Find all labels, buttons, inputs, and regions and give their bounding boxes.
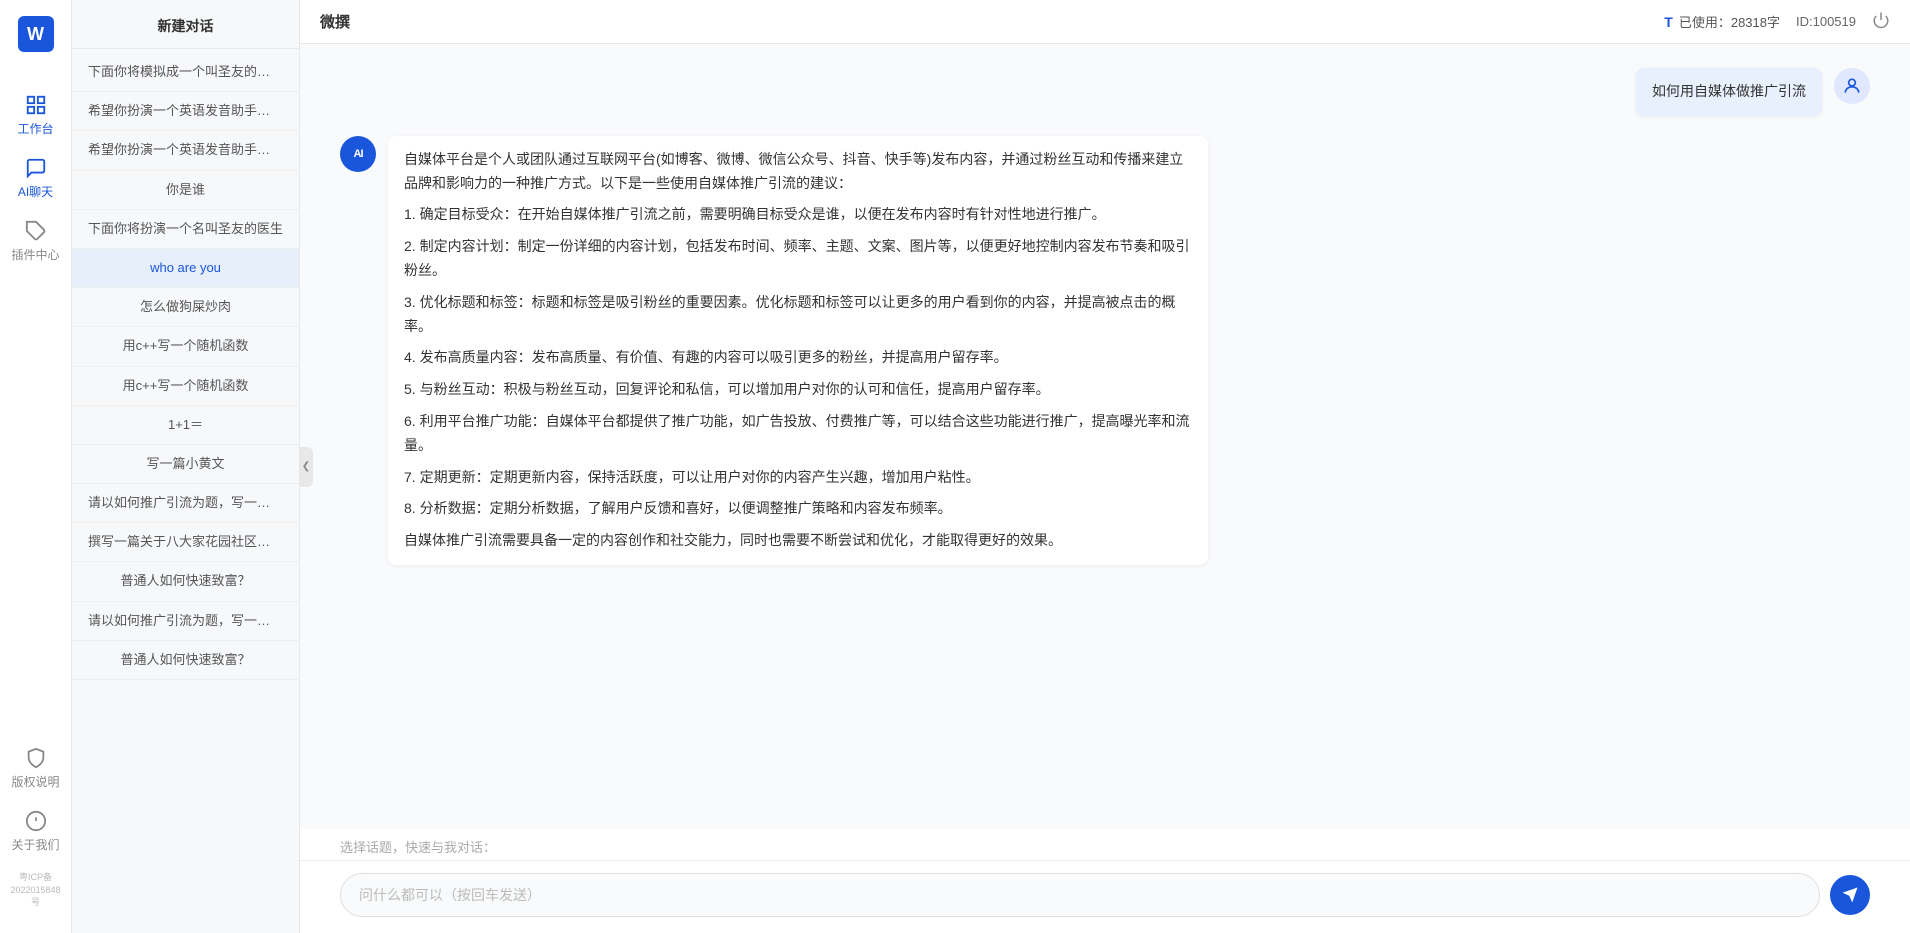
new-chat-button[interactable]: 新建对话 — [72, 0, 299, 49]
usage-icon: T — [1664, 14, 1673, 30]
sidebar-list: 下面你将模拟成一个叫圣友的程序员，我说...希望你扮演一个英语发音助手，我提供给… — [72, 49, 299, 933]
left-nav: W 工作台 AI聊天 插件中心 版权说明 — [0, 0, 72, 933]
sidebar-collapse-button[interactable]: ❮ — [299, 447, 313, 487]
user-message-text: 如何用自媒体做推广引流 — [1652, 80, 1806, 104]
ai-message-row: AI 自媒体平台是个人或团队通过互联网平台(如博客、微博、微信公众号、抖音、快手… — [340, 136, 1870, 565]
main-panel: 微撰 T 已使用：28318字 ID:100519 — [300, 0, 1910, 933]
sidebar-item[interactable]: 撰写一篇关于八大家花园社区一刻钟便民生... — [72, 523, 299, 562]
nav-item-plugin[interactable]: 插件中心 — [0, 210, 71, 273]
chat-input[interactable] — [340, 873, 1820, 917]
input-area — [300, 860, 1910, 933]
nav-item-copyright[interactable]: 版权说明 — [0, 737, 71, 800]
ai-paragraph: 7. 定期更新：定期更新内容，保持活跃度，可以让用户对你的内容产生兴趣，增加用户… — [404, 466, 1192, 490]
shield-icon — [25, 747, 47, 769]
avatar — [1834, 68, 1870, 104]
nav-label-plugin: 插件中心 — [11, 246, 59, 263]
id-label: ID:100519 — [1796, 14, 1856, 29]
sidebar: 新建对话 下面你将模拟成一个叫圣友的程序员，我说...希望你扮演一个英语发音助手… — [72, 0, 300, 933]
power-button[interactable] — [1872, 11, 1890, 32]
ai-avatar: AI — [340, 136, 376, 172]
user-message: 如何用自媒体做推广引流 — [1636, 68, 1822, 116]
topbar-right: T 已使用：28318字 ID:100519 — [1664, 11, 1890, 32]
sidebar-item[interactable]: 希望你扮演一个英语发音助手，我提供给你... — [72, 92, 299, 131]
nav-bottom: 版权说明 关于我们 粤ICP备2022015848号 — [0, 737, 71, 917]
ai-paragraph: 4. 发布高质量内容：发布高质量、有价值、有趣的内容可以吸引更多的粉丝，并提高用… — [404, 346, 1192, 370]
ai-paragraph: 自媒体平台是个人或团队通过互联网平台(如博客、微博、微信公众号、抖音、快手等)发… — [404, 148, 1192, 196]
ai-paragraph: 8. 分析数据：定期分析数据，了解用户反馈和喜好，以便调整推广策略和内容发布频率… — [404, 497, 1192, 521]
send-icon — [1841, 886, 1859, 904]
sidebar-item[interactable]: 怎么做狗屎炒肉 — [72, 288, 299, 327]
logo-area: W — [10, 16, 62, 52]
grid-icon — [25, 94, 47, 116]
chat-area: 如何用自媒体做推广引流 AI 自媒体平台是个人或团队通过互联网平台(如博客、微博… — [300, 44, 1910, 829]
sidebar-item[interactable]: who are you — [72, 249, 299, 288]
usage-info: T 已使用：28318字 — [1664, 12, 1780, 31]
nav-label-copyright: 版权说明 — [11, 773, 59, 790]
ai-paragraph: 2. 制定内容计划：制定一份详细的内容计划，包括发布时间、频率、主题、文案、图片… — [404, 235, 1192, 283]
usage-label: 已使用：28318字 — [1679, 12, 1780, 31]
sidebar-item[interactable]: 用c++写一个随机函数 — [72, 367, 299, 406]
sidebar-item[interactable]: 请以如何推广引流为题，写一篇大纲 — [72, 484, 299, 523]
nav-label-ai-chat: AI聊天 — [18, 183, 53, 200]
sidebar-item[interactable]: 下面你将模拟成一个叫圣友的程序员，我说... — [72, 53, 299, 92]
message-row: 如何用自媒体做推广引流 — [340, 68, 1870, 116]
page-title: 微撰 — [320, 11, 350, 32]
ai-paragraph: 1. 确定目标受众：在开始自媒体推广引流之前，需要明确目标受众是谁，以便在发布内… — [404, 203, 1192, 227]
sidebar-item[interactable]: 下面你将扮演一个名叫圣友的医生 — [72, 210, 299, 249]
nav-label-workbench: 工作台 — [17, 120, 53, 137]
ai-message: 自媒体平台是个人或团队通过互联网平台(如博客、微博、微信公众号、抖音、快手等)发… — [388, 136, 1208, 565]
send-button[interactable] — [1830, 875, 1870, 915]
topbar: 微撰 T 已使用：28318字 ID:100519 — [300, 0, 1910, 44]
chat-icon — [25, 157, 47, 179]
ai-paragraph: 3. 优化标题和标签：标题和标签是吸引粉丝的重要因素。优化标题和标签可以让更多的… — [404, 291, 1192, 339]
ai-paragraph: 自媒体推广引流需要具备一定的内容创作和社交能力，同时也需要不断尝试和优化，才能取… — [404, 529, 1192, 553]
icp-label: 粤ICP备2022015848号 — [0, 863, 71, 917]
nav-item-ai-chat[interactable]: AI聊天 — [0, 147, 71, 210]
logo-icon: W — [18, 16, 54, 52]
nav-item-about[interactable]: 关于我们 — [0, 800, 71, 863]
sidebar-item[interactable]: 普通人如何快速致富？ — [72, 562, 299, 601]
info-icon — [25, 810, 47, 832]
sidebar-item[interactable]: 写一篇小黄文 — [72, 445, 299, 484]
quick-topic-label: 选择话题，快速与我对话： — [340, 840, 496, 855]
power-icon — [1872, 11, 1890, 29]
plugin-icon — [25, 220, 47, 242]
sidebar-item[interactable]: 请以如何推广引流为题，写一篇大纲 — [72, 602, 299, 641]
ai-paragraph: 6. 利用平台推广功能：自媒体平台都提供了推广功能，如广告投放、付费推广等，可以… — [404, 410, 1192, 458]
nav-label-about: 关于我们 — [11, 836, 59, 853]
sidebar-item[interactable]: 希望你扮演一个英语发音助手，我提供给你... — [72, 131, 299, 170]
ai-paragraph: 5. 与粉丝互动：积极与粉丝互动，回复评论和私信，可以增加用户对你的认可和信任，… — [404, 378, 1192, 402]
sidebar-item[interactable]: 你是谁 — [72, 171, 299, 210]
sidebar-item[interactable]: 1+1＝ — [72, 406, 299, 445]
sidebar-item[interactable]: 普通人如何快速致富？ — [72, 641, 299, 680]
nav-item-workbench[interactable]: 工作台 — [0, 84, 71, 147]
user-avatar-icon — [1842, 76, 1862, 96]
sidebar-item[interactable]: 用c++写一个随机函数 — [72, 327, 299, 366]
quick-topics: 选择话题，快速与我对话： — [300, 829, 1910, 860]
